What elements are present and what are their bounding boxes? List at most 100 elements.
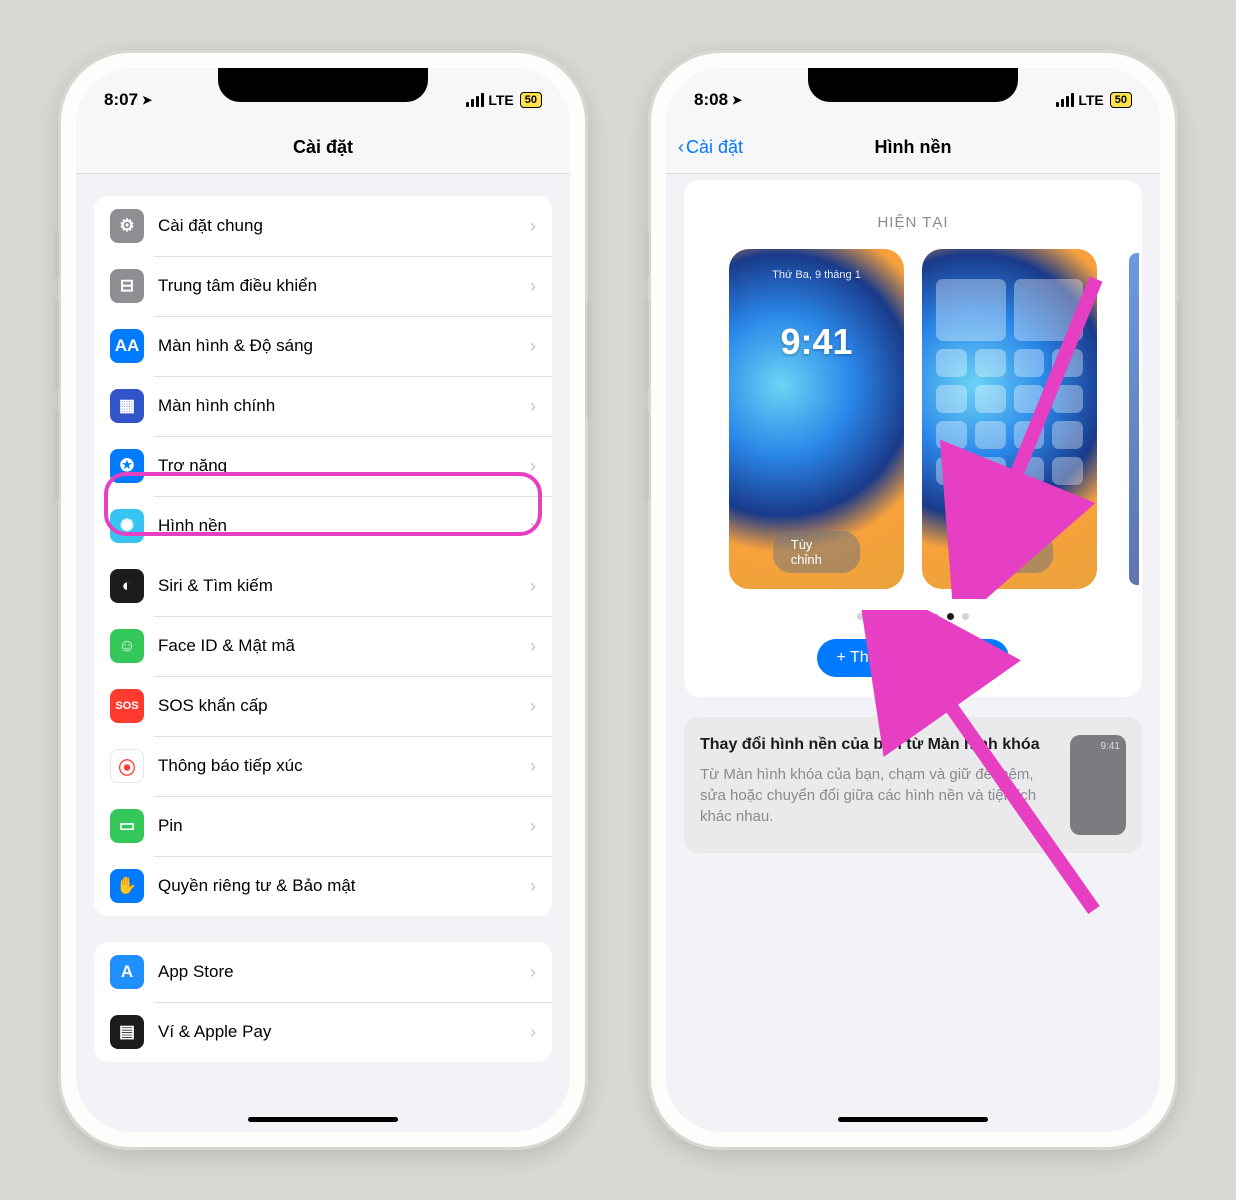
chevron-right-icon: › [530,216,536,237]
page-title: Cài đặt [293,137,353,158]
row-label: Trợ năng [158,456,530,476]
tip-body: Từ Màn hình khóa của bạn, chạm và giữ để… [700,764,1056,827]
settings-row-general[interactable]: ⚙Cài đặt chung› [94,196,552,256]
control-center-icon: ⊟ [110,269,144,303]
add-wallpaper-button[interactable]: + Thêm hình nền mới [817,639,1010,677]
phone-right: 8:08 ➤ LTE 50 ‹ Cài đặt Hình nền HIỆN TẠ… [648,50,1178,1150]
chevron-right-icon: › [530,1022,536,1043]
page-dot[interactable] [872,613,879,620]
location-icon: ➤ [142,93,152,107]
settings-row-sos[interactable]: SOSSOS khẩn cấp› [94,676,552,736]
phone-left: 8:07 ➤ LTE 50 Cài đặt ⚙Cài đặt chung› ⊟ Tr… [58,50,588,1150]
row-label: App Store [158,962,530,982]
row-label: Màn hình & Độ sáng [158,336,530,356]
location-icon: ➤ [732,93,742,107]
accessibility-icon: ✪ [110,449,144,483]
next-wallpaper-peek[interactable] [1129,253,1139,585]
chevron-left-icon: ‹ [678,137,684,158]
tip-card: Thay đổi hình nền của bạn từ Màn hình kh… [684,717,1142,853]
row-label: Cài đặt chung [158,216,530,236]
chevron-right-icon: › [530,516,536,537]
settings-row-display[interactable]: AAMàn hình & Độ sáng› [94,316,552,376]
page-dot[interactable] [857,613,864,620]
page-dot[interactable] [962,613,969,620]
status-time: 8:08 [694,90,728,110]
settings-row-wallet[interactable]: ▤ Ví & Apple Pay› [94,1002,552,1062]
settings-row-control-center[interactable]: ⊟ Trung tâm điều khiển› [94,256,552,316]
chevron-right-icon: › [530,576,536,597]
page-dot[interactable] [902,613,909,620]
back-label: Cài đặt [686,137,743,158]
chevron-right-icon: › [530,962,536,983]
homescreen-preview[interactable]: Tùy chỉnh [922,249,1097,589]
battery-icon: ▭ [110,809,144,843]
page-dots[interactable] [696,607,1130,625]
settings-content[interactable]: ⚙Cài đặt chung›⊟Trung tâm điều khiển›AAM… [76,174,570,1132]
home-indicator[interactable] [248,1117,398,1122]
tip-thumbnail: 9:41 [1070,735,1126,835]
settings-group-1: ⚙Cài đặt chung›⊟Trung tâm điều khiển›AAM… [94,196,552,916]
chevron-right-icon: › [530,756,536,777]
row-label: Face ID & Mật mã [158,636,530,656]
settings-row-privacy[interactable]: ✋ Quyền riêng tư & Bảo mật› [94,856,552,916]
lock-time: 9:41 [780,321,852,363]
chevron-right-icon: › [530,876,536,897]
settings-row-faceid[interactable]: ☺ Face ID & Mật mã› [94,616,552,676]
chevron-right-icon: › [530,336,536,357]
network-label: LTE [488,92,513,108]
faceid-icon: ☺ [110,629,144,663]
chevron-right-icon: › [530,276,536,297]
page-dot[interactable] [932,613,939,620]
exposure-icon: ⦿ [110,749,144,783]
screen-left: 8:07 ➤ LTE 50 Cài đặt ⚙Cài đặt chung› ⊟ Tr… [76,68,570,1132]
page-title: Hình nền [875,137,952,158]
settings-row-appstore[interactable]: A App Store› [94,942,552,1002]
settings-row-siri[interactable]: ◐ Siri & Tìm kiếm› [94,556,552,616]
battery-icon: 50 [520,92,542,108]
page-dot[interactable] [917,613,924,620]
row-label: Trung tâm điều khiển [158,276,530,296]
row-label: SOS khẩn cấp [158,696,530,716]
row-label: Thông báo tiếp xúc [158,756,530,776]
row-label: Quyền riêng tư & Bảo mật [158,876,530,896]
chevron-right-icon: › [530,456,536,477]
wallpaper-preview-row: Thứ Ba, 9 tháng 1 9:41 Tùy chỉnh Tùy chỉ… [696,249,1130,589]
settings-row-accessibility[interactable]: ✪ Trợ năng› [94,436,552,496]
wallet-icon: ▤ [110,1015,144,1049]
current-wallpaper-card: HIỆN TẠI Thứ Ba, 9 tháng 1 9:41 Tùy chỉn… [684,180,1142,697]
settings-row-exposure[interactable]: ⦿ Thông báo tiếp xúc› [94,736,552,796]
row-label: Siri & Tìm kiếm [158,576,530,596]
status-time: 8:07 [104,90,138,110]
customize-lock-button[interactable]: Tùy chỉnh [773,531,861,573]
chevron-right-icon: › [530,636,536,657]
signal-icon [466,93,484,107]
signal-icon [1056,93,1074,107]
tip-heading: Thay đổi hình nền của bạn từ Màn hình kh… [700,735,1056,756]
settings-row-battery[interactable]: ▭ Pin› [94,796,552,856]
tip-thumb-time: 9:41 [1101,741,1120,752]
back-button[interactable]: ‹ Cài đặt [678,137,743,158]
row-label: Hình nền [158,516,530,536]
appstore-icon: A [110,955,144,989]
network-label: LTE [1078,92,1103,108]
row-label: Pin [158,816,530,836]
chevron-right-icon: › [530,816,536,837]
lockscreen-preview[interactable]: Thứ Ba, 9 tháng 1 9:41 Tùy chỉnh [729,249,904,589]
lock-date: Thứ Ba, 9 tháng 1 [772,269,861,281]
settings-row-homescreen[interactable]: ▦Màn hình chính› [94,376,552,436]
notch [808,68,1018,102]
settings-row-wallpaper[interactable]: ✺Hình nền› [94,496,552,556]
customize-home-button[interactable]: Tùy chỉnh [966,531,1054,573]
notch [218,68,428,102]
sos-icon: SOS [110,689,144,723]
privacy-icon: ✋ [110,869,144,903]
wallpaper-content[interactable]: HIỆN TẠI Thứ Ba, 9 tháng 1 9:41 Tùy chỉn… [666,174,1160,1132]
page-dot[interactable] [947,613,954,620]
home-indicator[interactable] [838,1117,988,1122]
navbar: ‹ Cài đặt Hình nền [666,122,1160,174]
page-dot[interactable] [887,613,894,620]
row-label: Ví & Apple Pay [158,1022,530,1042]
row-label: Màn hình chính [158,396,530,416]
siri-icon: ◐ [110,569,144,603]
homescreen-icon: ▦ [110,389,144,423]
